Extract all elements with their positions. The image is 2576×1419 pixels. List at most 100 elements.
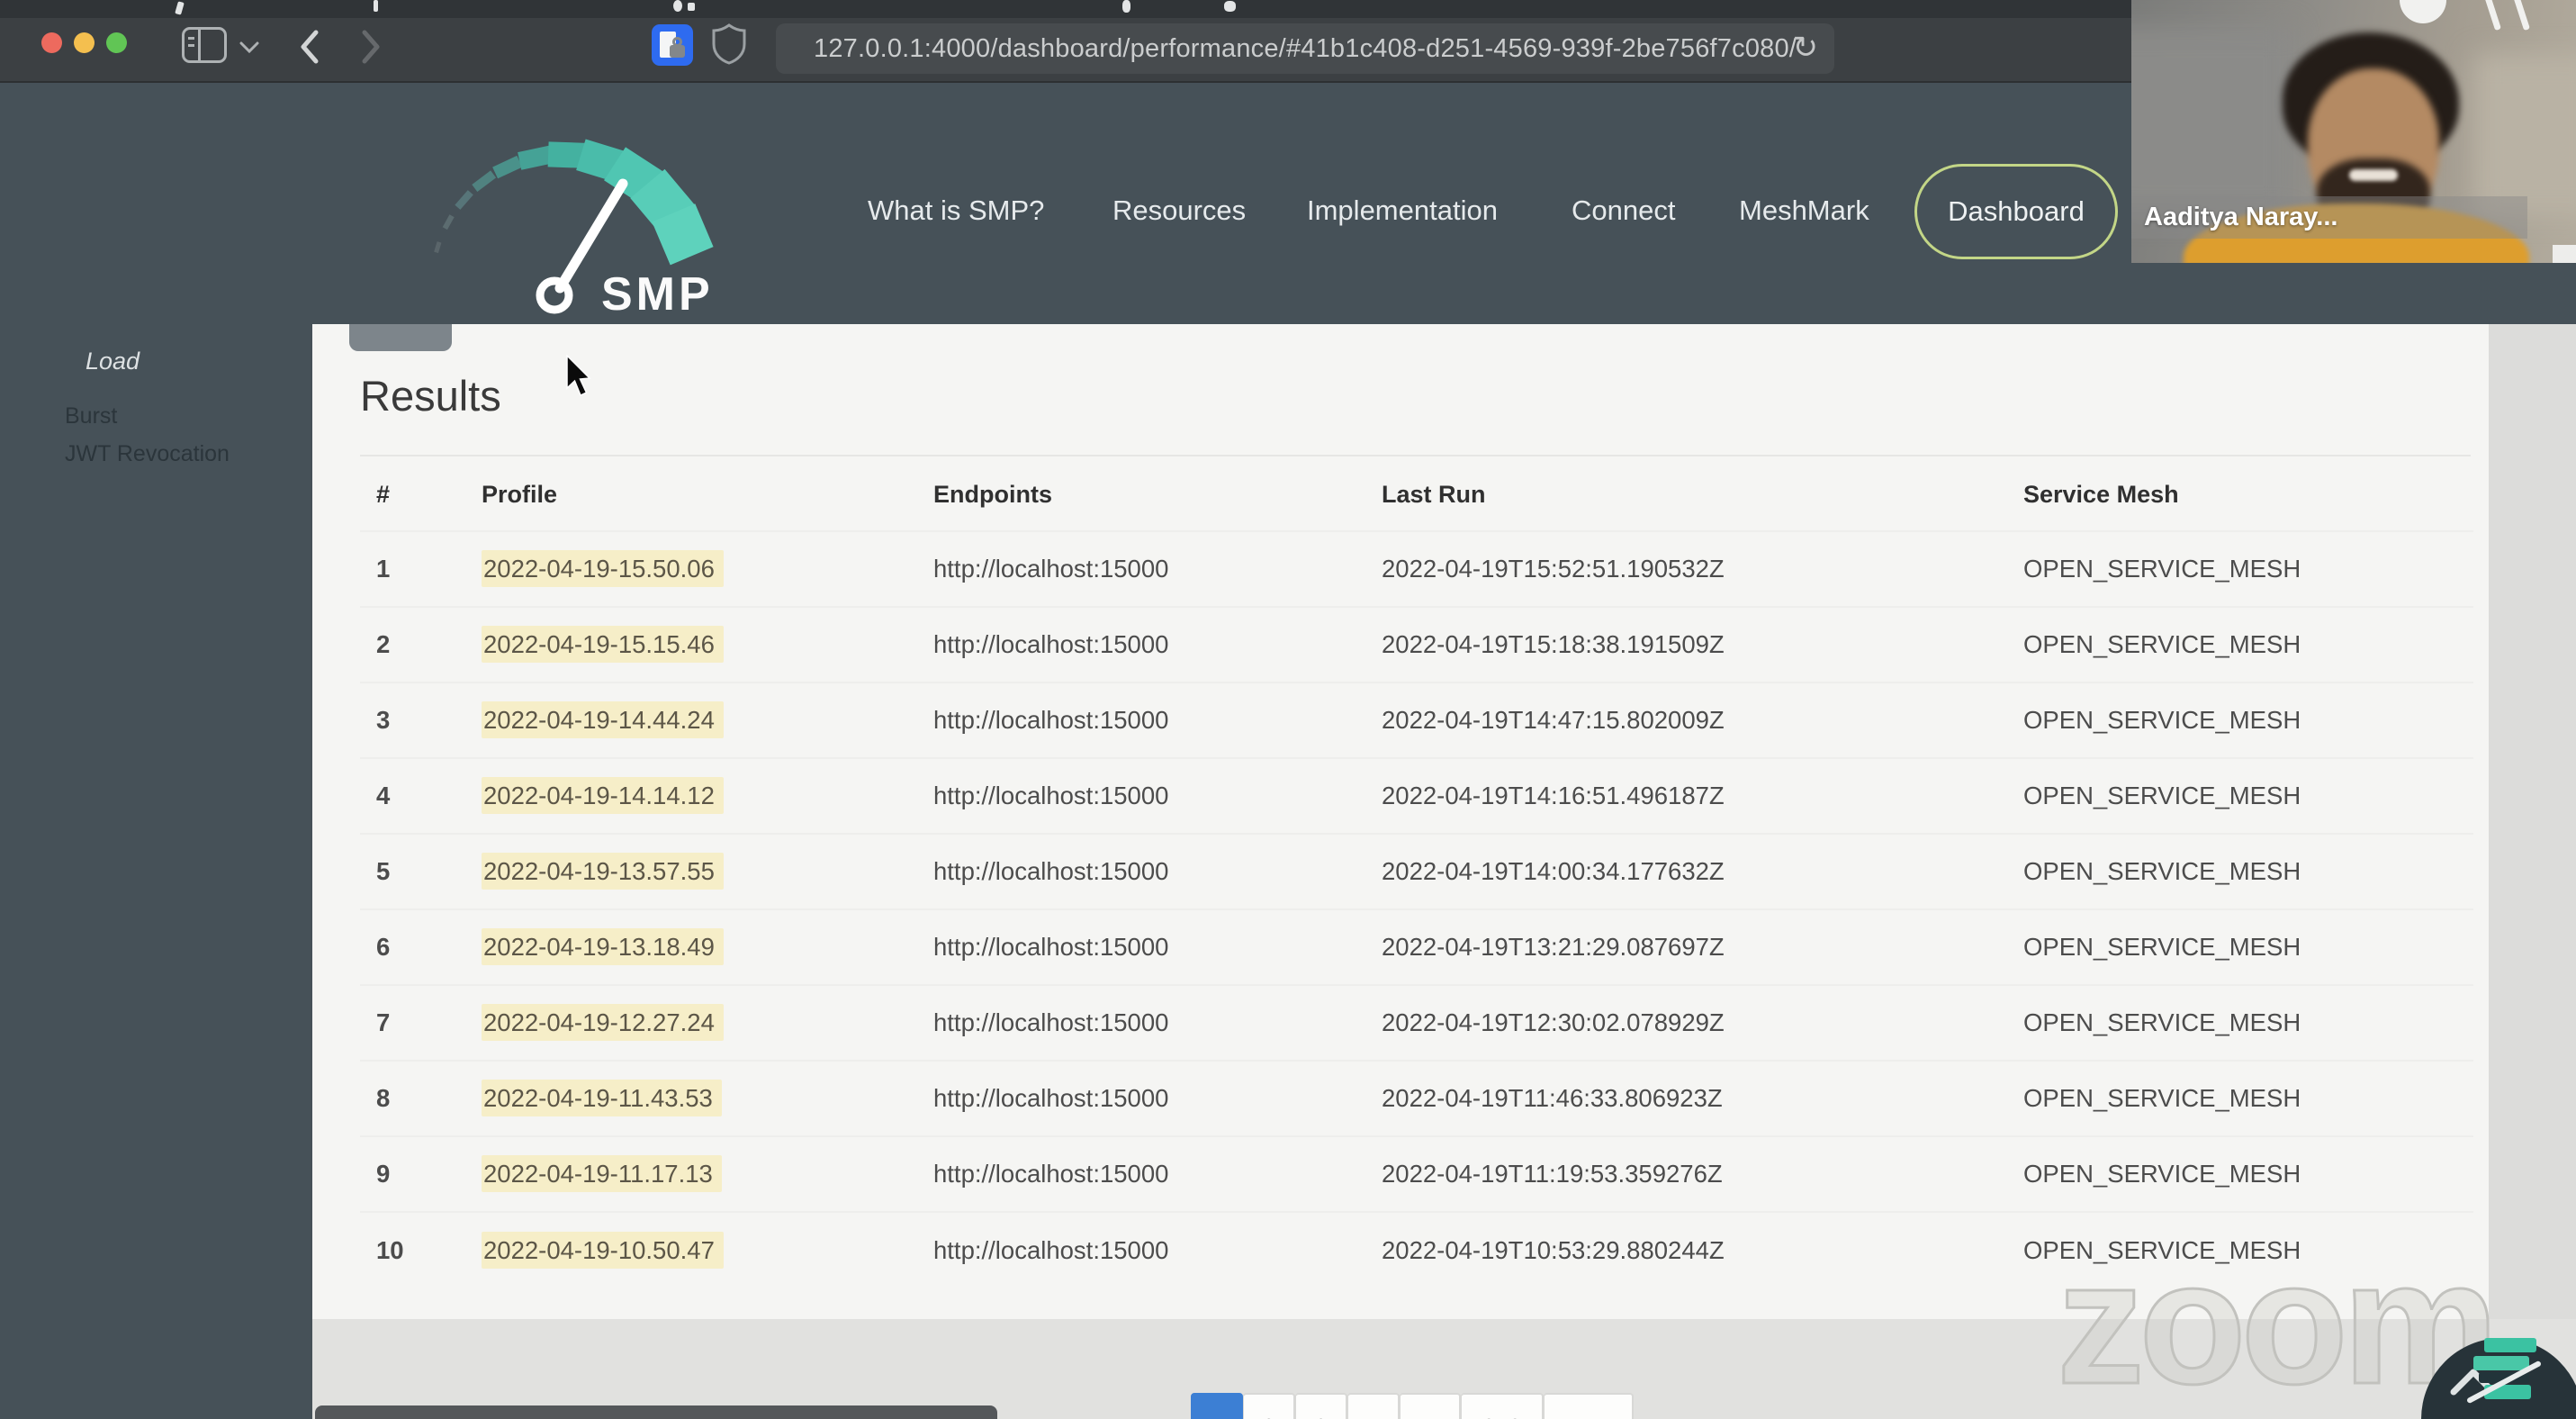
endpoint-cell: http://localhost:15000 bbox=[933, 757, 1382, 834]
logo-text: SMP bbox=[601, 268, 714, 317]
nav-connect[interactable]: Connect bbox=[1572, 194, 1675, 227]
table-row: 3 2022-04-19-14.44.24 http://localhost:1… bbox=[360, 682, 2473, 758]
service-mesh-cell: OPEN_SERVICE_MESH bbox=[2023, 757, 2473, 834]
endpoint-cell: http://localhost:15000 bbox=[933, 833, 1382, 909]
row-number: 10 bbox=[360, 1211, 482, 1288]
password-extension-icon[interactable] bbox=[652, 24, 693, 66]
reload-icon[interactable]: ↻ bbox=[1793, 23, 1819, 72]
page-button-last[interactable]: 272 bbox=[1461, 1393, 1544, 1419]
results-panel: Results # Profile Endpoints Last Run Ser… bbox=[312, 324, 2489, 1319]
background-blur bbox=[2473, 54, 2576, 216]
service-mesh-cell: OPEN_SERVICE_MESH bbox=[2023, 1135, 2473, 1212]
row-number: 1 bbox=[360, 530, 482, 607]
last-run-cell: 2022-04-19T11:19:53.359276Z bbox=[1382, 1135, 2023, 1212]
profile-link[interactable]: 2022-04-19-13.18.49 bbox=[482, 928, 724, 965]
last-run-cell: 2022-04-19T12:30:02.078929Z bbox=[1382, 984, 2023, 1061]
sidebar-item-burst[interactable]: Burst bbox=[65, 403, 117, 429]
profile-link[interactable]: 2022-04-19-15.15.46 bbox=[482, 626, 724, 663]
endpoint-cell: http://localhost:15000 bbox=[933, 984, 1382, 1061]
row-number: 7 bbox=[360, 984, 482, 1061]
page-title: Results bbox=[360, 372, 501, 420]
nav-dashboard-button[interactable]: Dashboard bbox=[1914, 164, 2118, 259]
nav-implementation[interactable]: Implementation bbox=[1307, 194, 1498, 227]
last-run-cell: 2022-04-19T14:47:15.802009Z bbox=[1382, 682, 2023, 758]
minimize-window-button[interactable] bbox=[74, 32, 95, 53]
nav-meshmark[interactable]: MeshMark bbox=[1739, 194, 1869, 227]
pagination: 1 2 3 4 … 272 Next bbox=[1191, 1393, 1634, 1419]
row-number: 6 bbox=[360, 908, 482, 985]
row-number: 3 bbox=[360, 682, 482, 758]
dashboard-label: Dashboard bbox=[1948, 195, 2085, 227]
address-bar[interactable]: 127.0.0.1:4000/dashboard/performance/#41… bbox=[776, 23, 1834, 74]
nav-what-is-smp[interactable]: What is SMP? bbox=[868, 194, 1044, 227]
last-run-cell: 2022-04-19T14:16:51.496187Z bbox=[1382, 757, 2023, 834]
last-run-cell: 2022-04-19T10:53:29.880244Z bbox=[1382, 1211, 2023, 1288]
col-header-last-run: Last Run bbox=[1382, 481, 1486, 508]
row-number: 4 bbox=[360, 757, 482, 834]
profile-link[interactable]: 2022-04-19-11.17.13 bbox=[482, 1155, 722, 1192]
profile-link[interactable]: 2022-04-19-11.43.53 bbox=[482, 1080, 722, 1116]
table-row: 5 2022-04-19-13.57.55 http://localhost:1… bbox=[360, 833, 2473, 909]
video-ui-fragment bbox=[2553, 245, 2576, 263]
page-button-3[interactable]: 3 bbox=[1295, 1393, 1347, 1419]
last-run-cell: 2022-04-19T14:00:34.177632Z bbox=[1382, 833, 2023, 909]
back-icon[interactable] bbox=[297, 27, 322, 67]
service-mesh-cell: OPEN_SERVICE_MESH bbox=[2023, 833, 2473, 909]
endpoint-cell: http://localhost:15000 bbox=[933, 606, 1382, 682]
nav-resources[interactable]: Resources bbox=[1112, 194, 1246, 227]
sidebar-toggle-dot bbox=[188, 37, 194, 40]
text-fragment bbox=[673, 0, 682, 12]
endpoint-cell: http://localhost:15000 bbox=[933, 530, 1382, 607]
webcam-overlay[interactable]: Aaditya Naray... bbox=[2131, 0, 2576, 263]
page-button-1[interactable]: 1 bbox=[1191, 1393, 1243, 1419]
background-blur bbox=[2131, 27, 2293, 216]
next-page-button[interactable]: Next bbox=[1544, 1393, 1634, 1419]
table-row: 6 2022-04-19-13.18.49 http://localhost:1… bbox=[360, 908, 2473, 985]
text-fragment bbox=[374, 0, 378, 12]
mouse-cursor bbox=[566, 355, 591, 397]
panel-tab-stub[interactable] bbox=[349, 324, 452, 351]
col-header-endpoints: Endpoints bbox=[933, 481, 1052, 508]
sidebar-item-jwt-revocation[interactable]: JWT Revocation bbox=[65, 441, 230, 467]
text-fragment bbox=[1122, 0, 1130, 13]
text-fragment bbox=[175, 1, 185, 15]
participant-circle-icon[interactable] bbox=[2400, 0, 2446, 23]
page-button-4[interactable]: 4 bbox=[1347, 1393, 1400, 1419]
row-number: 2 bbox=[360, 606, 482, 682]
chevron-down-icon[interactable] bbox=[239, 41, 259, 54]
presenter-name-strip: Aaditya Naray... bbox=[2131, 196, 2527, 239]
row-number: 8 bbox=[360, 1060, 482, 1136]
forward-icon[interactable] bbox=[358, 27, 383, 67]
profile-link[interactable]: 2022-04-19-13.57.55 bbox=[482, 853, 724, 890]
profile-link[interactable]: 2022-04-19-12.27.24 bbox=[482, 1004, 724, 1041]
sidebar-item-load[interactable]: Load bbox=[86, 348, 140, 375]
profile-link[interactable]: 2022-04-19-14.44.24 bbox=[482, 701, 724, 738]
sidebar-toggle-icon[interactable] bbox=[182, 27, 227, 63]
shield-privacy-icon[interactable] bbox=[711, 23, 747, 66]
last-run-cell: 2022-04-19T11:46:33.806923Z bbox=[1382, 1060, 2023, 1136]
service-mesh-cell: OPEN_SERVICE_MESH bbox=[2023, 682, 2473, 758]
sidebar-toggle-divider bbox=[198, 30, 201, 60]
table-row: 1 2022-04-19-15.50.06 http://localhost:1… bbox=[360, 530, 2473, 607]
meeting-app-badge[interactable] bbox=[2421, 1333, 2576, 1419]
col-header-service-mesh: Service Mesh bbox=[2023, 481, 2179, 508]
endpoint-cell: http://localhost:15000 bbox=[933, 1135, 1382, 1212]
page-button-2[interactable]: 2 bbox=[1243, 1393, 1295, 1419]
profile-link[interactable]: 2022-04-19-15.50.06 bbox=[482, 550, 724, 587]
table-header-row: # Profile Endpoints Last Run Service Mes… bbox=[360, 459, 2473, 531]
table-row: 9 2022-04-19-11.17.13 http://localhost:1… bbox=[360, 1135, 2473, 1212]
last-run-cell: 2022-04-19T15:52:51.190532Z bbox=[1382, 530, 2023, 607]
profile-link[interactable]: 2022-04-19-14.14.12 bbox=[482, 777, 724, 814]
cutoff-glyph bbox=[2483, 0, 2502, 32]
page-ellipsis: … bbox=[1400, 1393, 1461, 1419]
zoom-window-button[interactable] bbox=[106, 32, 127, 53]
horizontal-scrollbar[interactable] bbox=[315, 1405, 997, 1419]
text-fragment bbox=[688, 3, 695, 11]
gauge-pivot bbox=[536, 276, 573, 314]
row-number: 5 bbox=[360, 833, 482, 909]
profile-link[interactable]: 2022-04-19-10.50.47 bbox=[482, 1231, 724, 1269]
col-header-profile: Profile bbox=[482, 481, 558, 508]
service-mesh-cell: OPEN_SERVICE_MESH bbox=[2023, 530, 2473, 607]
close-window-button[interactable] bbox=[41, 32, 62, 53]
endpoint-cell: http://localhost:15000 bbox=[933, 682, 1382, 758]
